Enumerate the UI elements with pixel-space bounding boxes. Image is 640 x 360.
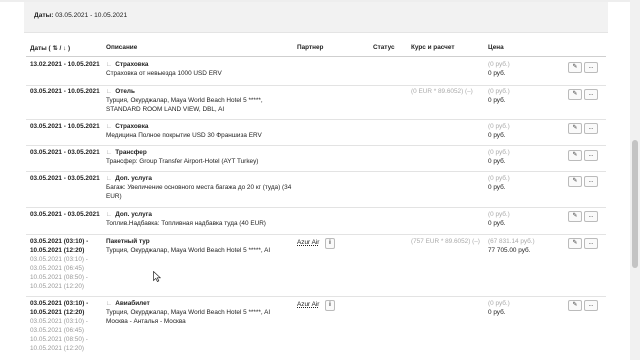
row-dates: 03.05.2021 - 03.05.2021	[30, 149, 100, 156]
edit-button[interactable]: ✎	[568, 176, 582, 187]
service-description: Багаж: Увеличение основного места багажа…	[106, 184, 292, 200]
column-header-rate: Курс и расчет	[411, 44, 455, 51]
row-dates: 03.05.2021 - 10.05.2021	[30, 88, 100, 95]
column-header-partner: Партнер	[297, 44, 324, 51]
row-dates-segment: 10.05.2021 (12:20)	[30, 283, 85, 290]
partner-link[interactable]: Azur Air	[297, 301, 319, 310]
table-header: Даты ( ⇅ / ↓ ) Описание Партнер Статус К…	[26, 42, 606, 57]
more-button[interactable]: ...	[584, 89, 598, 100]
rate-calculation: (757 EUR * 89.6052) (–)	[411, 238, 480, 245]
filter-panel: Даты: 03.05.2021 - 10.05.2021	[24, 2, 608, 33]
partner-link[interactable]: Azur Air	[297, 239, 319, 248]
edit-button[interactable]: ✎	[568, 238, 582, 249]
row-dates-segment: 03.05.2021 (06:45)	[30, 327, 85, 334]
row-dates: 03.05.2021 (03:10) - 10.05.2021 (12:20)	[30, 238, 89, 254]
mouse-cursor-icon	[153, 271, 161, 282]
edit-button[interactable]: ✎	[568, 211, 582, 222]
service-description: Турция, Окурджалар, Maya World Beach Hot…	[106, 247, 271, 254]
row-dates: 03.05.2021 - 03.05.2021	[30, 211, 100, 218]
more-button[interactable]: ...	[584, 123, 598, 134]
row-dates-segment: 10.05.2021 (08:50) -	[30, 274, 88, 281]
table-row: 03.05.2021 - 03.05.2021 ∟ Доп. услуга Баг…	[26, 171, 606, 208]
service-description: Трансфер: Group Transfer Airport-Hotel (…	[106, 158, 259, 165]
service-title: ∟ Трансфер	[106, 149, 147, 156]
indent-mark-icon: ∟	[106, 123, 113, 130]
edit-button[interactable]: ✎	[568, 123, 582, 134]
price-total: 0 руб.	[488, 132, 506, 139]
service-title: Пакетный тур	[106, 238, 150, 245]
column-header-price: Цена	[488, 44, 504, 51]
indent-mark-icon: ∟	[106, 175, 113, 182]
row-dates-segment: 10.05.2021 (12:20)	[30, 345, 85, 352]
price-calculated: (0 руб.)	[488, 88, 510, 95]
price-total: 0 руб.	[488, 184, 506, 191]
table-row: 03.05.2021 - 03.05.2021 ∟ Трансфер Трансф…	[26, 145, 606, 172]
date-filter-value: 03.05.2021 - 10.05.2021	[55, 12, 128, 19]
price-calculated: (0 руб.)	[488, 123, 510, 130]
more-button[interactable]: ...	[584, 62, 598, 73]
row-dates: 03.05.2021 - 03.05.2021	[30, 175, 100, 182]
row-dates: 03.05.2021 - 10.05.2021	[30, 123, 100, 130]
service-description: Турция, Окурджалар, Maya World Beach Hot…	[106, 309, 271, 316]
price-calculated: (0 руб.)	[488, 300, 510, 307]
column-header-status: Статус	[373, 44, 395, 51]
indent-mark-icon: ∟	[106, 300, 113, 307]
row-dates-segment: 03.05.2021 (03:10) -	[30, 256, 88, 263]
service-description: Страховка от невыезда 1000 USD ERV	[106, 70, 222, 77]
service-title: ∟ Авиабилет	[106, 300, 150, 307]
info-icon[interactable]: i	[325, 300, 335, 311]
row-dates-segment: 03.05.2021 (03:10) -	[30, 318, 88, 325]
table-row: 03.05.2021 - 03.05.2021 ∟ Доп. услуга Топ…	[26, 207, 606, 235]
indent-mark-icon: ∟	[106, 88, 113, 95]
row-dates: 03.05.2021 (03:10) - 10.05.2021 (12:20)	[30, 300, 89, 316]
row-dates-segment: 10.05.2021 (08:50) -	[30, 336, 88, 343]
rate-calculation: (0 EUR * 89.6052) (–)	[411, 88, 473, 95]
edit-button[interactable]: ✎	[568, 62, 582, 73]
date-filter-label: Даты:	[34, 12, 54, 19]
service-description: Топлив.Надбавка: Топливная надбавка туда…	[106, 220, 266, 227]
price-calculated: (0 руб.)	[488, 211, 510, 218]
service-description: Турция, Окурджалар, Maya World Beach Hot…	[106, 97, 263, 113]
price-total: 0 руб.	[488, 158, 506, 165]
date-filter: Даты: 03.05.2021 - 10.05.2021	[34, 12, 127, 19]
price-calculated: (0 руб.)	[488, 175, 510, 182]
scrollbar-thumb[interactable]	[632, 140, 638, 268]
price-calculated: (67 831.14 руб.)	[488, 238, 535, 245]
table-row: 03.05.2021 - 10.05.2021 ∟ Страховка Медиц…	[26, 119, 606, 146]
more-button[interactable]: ...	[584, 176, 598, 187]
table-row: 13.02.2021 - 10.05.2021 ∟ Страховка Страх…	[26, 58, 606, 86]
indent-mark-icon: ∟	[106, 61, 113, 68]
price-total: 77 705.00 руб.	[488, 247, 531, 254]
service-title: ∟ Страховка	[106, 61, 149, 68]
service-title: ∟ Доп. услуга	[106, 175, 152, 182]
table-row: 03.05.2021 (03:10) - 10.05.2021 (12:20) …	[26, 234, 606, 297]
price-total: 0 руб.	[488, 70, 506, 77]
info-icon[interactable]: i	[325, 238, 335, 249]
more-button[interactable]: ...	[584, 238, 598, 249]
edit-button[interactable]: ✎	[568, 300, 582, 311]
table-row: 03.05.2021 (03:10) - 10.05.2021 (12:20) …	[26, 296, 606, 358]
service-title: ∟ Доп. услуга	[106, 211, 152, 218]
edit-button[interactable]: ✎	[568, 89, 582, 100]
price-calculated: (0 руб.)	[488, 61, 510, 68]
column-header-dates[interactable]: Даты ( ⇅ / ↓ )	[30, 44, 70, 52]
column-header-description: Описание	[106, 44, 138, 51]
more-button[interactable]: ...	[584, 300, 598, 311]
price-total: 0 руб.	[488, 97, 506, 104]
more-button[interactable]: ...	[584, 150, 598, 161]
row-dates-segment: 03.05.2021 (06:45)	[30, 265, 85, 272]
service-route: Москва - Анталья - Москва	[106, 318, 186, 325]
more-button[interactable]: ...	[584, 211, 598, 222]
table-row: 03.05.2021 - 10.05.2021 ∟ Отель Турция, О…	[26, 85, 606, 120]
price-total: 0 руб.	[488, 220, 506, 227]
service-description: Медицина Полное покрытие USD 30 Франшиза…	[106, 132, 262, 139]
service-title: ∟ Страховка	[106, 123, 149, 130]
indent-mark-icon: ∟	[106, 149, 113, 156]
edit-button[interactable]: ✎	[568, 150, 582, 161]
price-calculated: (0 руб.)	[488, 149, 510, 156]
price-total: 0 руб.	[488, 309, 506, 316]
indent-mark-icon: ∟	[106, 211, 113, 218]
row-dates: 13.02.2021 - 10.05.2021	[30, 61, 100, 68]
service-title: ∟ Отель	[106, 88, 135, 95]
